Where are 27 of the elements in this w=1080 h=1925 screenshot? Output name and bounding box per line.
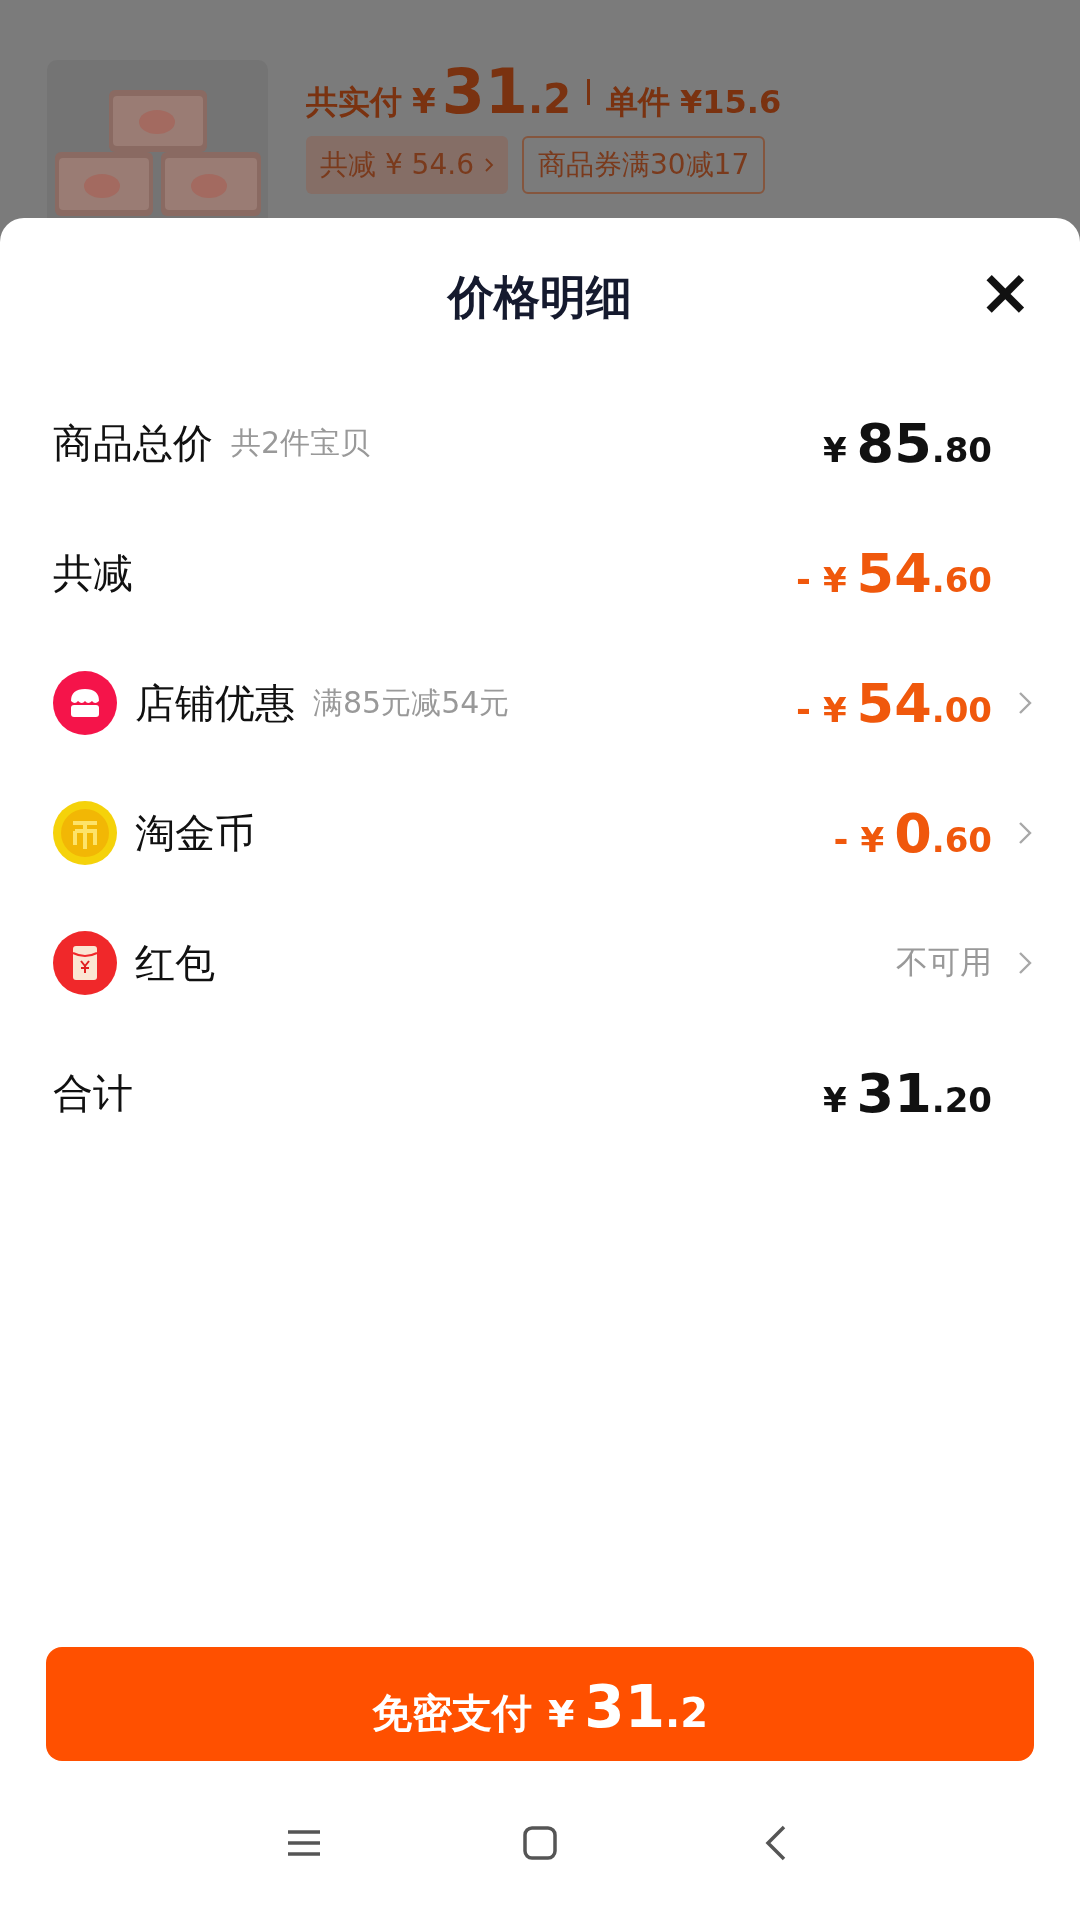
- unit-price: ¥15.6: [680, 83, 782, 121]
- discount-tag: 共减 ¥ 54.6: [306, 136, 508, 194]
- row-label: 合计: [53, 1068, 133, 1118]
- row-note: 共2件宝贝: [231, 423, 371, 462]
- home-square-icon[interactable]: [520, 1823, 560, 1863]
- chevron-right-icon: [483, 157, 494, 173]
- amount-value: - ¥ 0.60: [833, 801, 992, 865]
- store-icon: [53, 671, 117, 735]
- amount-value: ¥ 31.20: [822, 1061, 992, 1125]
- envelope-icon: [53, 931, 117, 995]
- amount-value: - ¥ 54.00: [796, 671, 992, 735]
- discount-tag: 商品券满30减17: [521, 136, 766, 194]
- row-label: 淘金币: [135, 808, 255, 858]
- amount-value: - ¥ 54.60: [796, 541, 992, 605]
- status-text: 不可用: [896, 942, 992, 983]
- amount-value: ¥ 85.80: [822, 411, 992, 475]
- paid-price: ¥31.2: [412, 55, 571, 128]
- paid-label: 共实付: [306, 82, 402, 123]
- row-label: 商品总价: [53, 418, 213, 468]
- row-label: 共减: [53, 548, 133, 598]
- close-icon[interactable]: ×: [978, 260, 1032, 324]
- unit-label: 单件: [606, 82, 670, 123]
- row-note: 满85元减54元: [313, 683, 510, 722]
- coin-icon: [53, 801, 117, 865]
- row-label: 店铺优惠: [135, 678, 295, 728]
- row-label: 红包: [135, 938, 215, 988]
- sheet-title: 价格明细: [448, 269, 632, 326]
